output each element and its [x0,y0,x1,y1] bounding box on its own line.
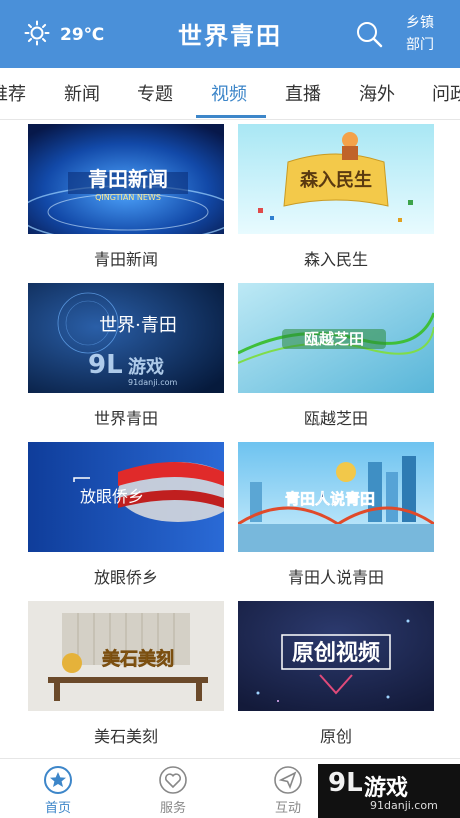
thumb-title: 世界·青田 [99,315,177,336]
thumb-title: 瓯越芝田 [304,330,364,348]
thumb-title: 青田新闻 [88,167,168,191]
video-card-label: 瓯越芝田 [303,409,368,428]
video-thumbnail[interactable]: 瓯越芝田 [238,283,434,393]
video-card[interactable]: 青田人说青田 青田人说青田 [238,442,434,588]
nav-home-label: 首页 [44,801,71,816]
video-thumbnail[interactable]: 美石美刻 [28,601,224,711]
thumb-title: 原创视频 [292,640,380,666]
tab-news[interactable]: 新闻 [64,80,100,106]
video-card-label: 森入民生 [303,250,368,269]
video-card[interactable]: 原创视频 原创 [238,601,434,747]
video-thumbnail[interactable]: 原创视频 [238,601,434,711]
top-bar: 29℃ 世界青田 乡镇 部门 [0,0,460,68]
thumb-title: 青田人说青田 [285,490,375,508]
sun-icon [24,20,50,50]
video-card[interactable]: 瓯越芝田 瓯越芝田 [238,283,434,429]
nav-service-label: 服务 [159,801,186,816]
thumb-title: 美石美刻 [102,648,174,670]
active-tab-indicator [196,115,266,118]
dept-button[interactable]: 乡镇 部门 [398,12,442,56]
video-card-label: 原创 [319,727,352,746]
site-watermark: 9L 游戏 91danji.com [318,764,460,818]
heart-icon [159,766,187,794]
tab-inquiry[interactable]: 问政 [432,80,460,106]
tab-live[interactable]: 直播 [285,80,321,106]
tab-overseas[interactable]: 海外 [359,80,395,106]
video-card-label: 美石美刻 [93,727,158,746]
thumb-watermark: 游戏 [128,356,164,378]
video-thumbnail[interactable]: 青田人说青田 [238,442,434,552]
tab-recommend[interactable]: 推荐 [0,80,26,106]
video-card-label: 放眼侨乡 [93,568,158,587]
video-card-label: 世界青田 [93,409,158,428]
video-thumbnail[interactable]: 世界·青田 9L 游戏 91danji.com [28,283,224,393]
video-card[interactable]: 森入民生 森入民生 [238,124,434,270]
tab-video[interactable]: 视频 [211,80,247,106]
nav-interact[interactable]: 互动 [258,765,318,816]
video-card[interactable]: 青田新闻 QINGTIAN NEWS 青田新闻 [28,124,224,270]
thumb-watermark-url: 91danji.com [128,378,178,387]
nav-service[interactable]: 服务 [143,765,203,816]
dept-line-2: 部门 [406,37,434,53]
video-card[interactable]: 美石美刻 美石美刻 [28,601,224,747]
video-card[interactable]: 放眼侨乡 放眼侨乡 [28,442,224,588]
watermark-logo: 9L [328,768,363,798]
temperature-label: 29℃ [60,25,105,45]
watermark-url: 91danji.com [370,799,438,812]
video-card[interactable]: 世界·青田 9L 游戏 91danji.com 世界青田 [28,283,224,429]
send-icon [274,766,302,794]
svg-text:9L: 9L [88,350,123,380]
video-thumbnail[interactable]: 森入民生 [238,124,434,234]
thumb-title: 放眼侨乡 [80,487,144,506]
thumb-title: 森入民生 [300,169,372,191]
video-card-label: 青田人说青田 [287,568,384,587]
video-thumbnail[interactable]: 青田新闻 QINGTIAN NEWS [28,124,224,234]
weather-widget[interactable]: 29℃ [24,20,104,50]
video-card-label: 青田新闻 [93,250,158,269]
category-tabs: 推荐 新闻 专题 视频 直播 海外 问政 [0,68,460,120]
nav-home[interactable]: 首页 [28,765,88,816]
thumb-subtitle: QINGTIAN NEWS [95,193,161,202]
nav-interact-label: 互动 [274,801,301,816]
tab-topics[interactable]: 专题 [137,80,173,106]
star-icon [44,766,72,794]
watermark-text: 游戏 [364,776,409,801]
search-icon[interactable] [354,19,384,49]
video-thumbnail[interactable]: 放眼侨乡 [28,442,224,552]
dept-line-1: 乡镇 [406,15,434,31]
